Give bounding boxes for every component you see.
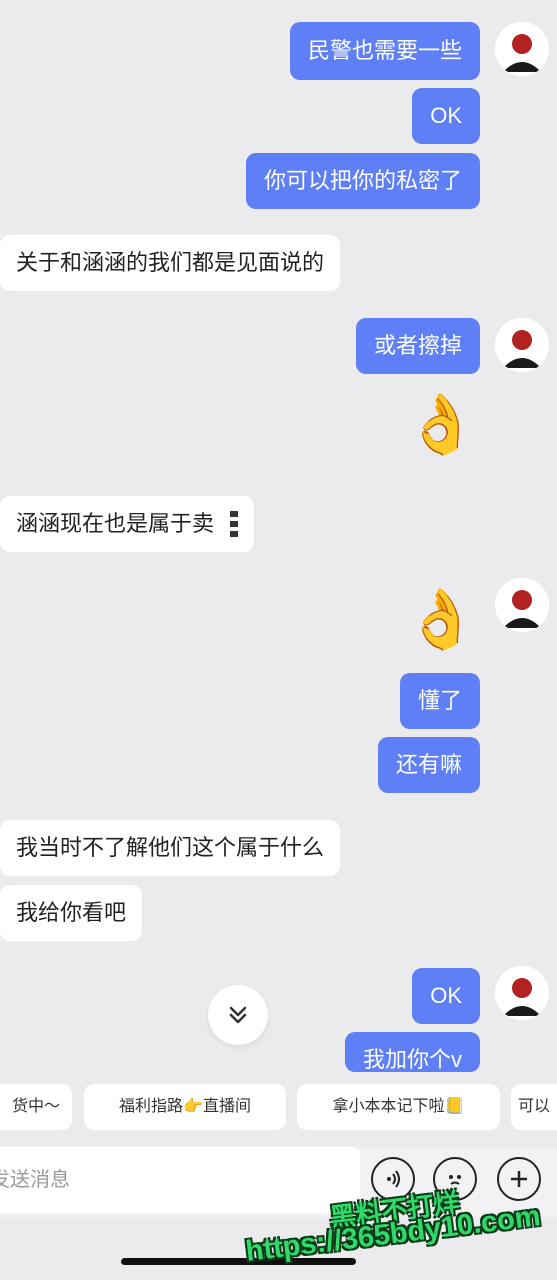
message-bubble-outgoing[interactable]: 民警也需要一些	[289, 22, 480, 80]
quick-reply-chip[interactable]: 货中～	[0, 1084, 72, 1130]
message-bubble-outgoing[interactable]: OK	[412, 88, 480, 144]
message-bubble-outgoing[interactable]: 懂了	[399, 673, 480, 729]
cursor-icon	[230, 511, 239, 540]
input-placeholder: 发送消息	[0, 1169, 70, 1191]
ok-hand-emoji[interactable]: 👌	[405, 390, 477, 460]
message-bubble-incoming[interactable]: 我给你看吧	[0, 885, 143, 941]
plus-icon	[511, 1171, 527, 1187]
message-bubble-incoming[interactable]: 我当时不了解他们这个属于什么	[0, 820, 341, 876]
message-bubble-outgoing[interactable]: 或者擦掉	[355, 318, 480, 374]
message-bubble-outgoing[interactable]: 还有嘛	[377, 737, 480, 793]
message-input-bar: 发送消息	[0, 1147, 557, 1217]
quick-reply-bar: 货中～ 福利指路👉直播间 拿小本本记下啦📒 可以	[0, 1084, 557, 1132]
message-bubble-incoming[interactable]: 关于和涵涵的我们都是见面说的	[0, 235, 341, 291]
voice-icon	[387, 1170, 400, 1188]
message-input[interactable]: 发送消息	[0, 1147, 360, 1213]
scroll-to-bottom-button[interactable]	[208, 985, 268, 1045]
quick-reply-chip[interactable]: 福利指路👉直播间	[84, 1084, 286, 1130]
message-bubble-outgoing[interactable]: OK	[412, 968, 480, 1024]
message-text: 涵涵现在也是属于卖	[16, 511, 215, 536]
message-bubble-outgoing[interactable]: 我加你个v	[344, 1032, 480, 1072]
quick-reply-chip[interactable]: 可以	[511, 1084, 557, 1130]
avatar[interactable]	[495, 22, 549, 76]
ok-hand-emoji[interactable]: 👌	[405, 585, 477, 655]
avatar[interactable]	[495, 578, 549, 632]
avatar[interactable]	[495, 966, 549, 1020]
avatar[interactable]	[495, 318, 549, 372]
quick-reply-chip[interactable]: 拿小本本记下啦📒	[297, 1084, 500, 1130]
message-bubble-outgoing[interactable]: 你可以把你的私密了	[245, 153, 480, 209]
message-bubble-incoming[interactable]: 涵涵现在也是属于卖	[0, 496, 255, 552]
add-button[interactable]	[497, 1157, 541, 1201]
double-chevron-down-icon	[229, 1006, 247, 1024]
